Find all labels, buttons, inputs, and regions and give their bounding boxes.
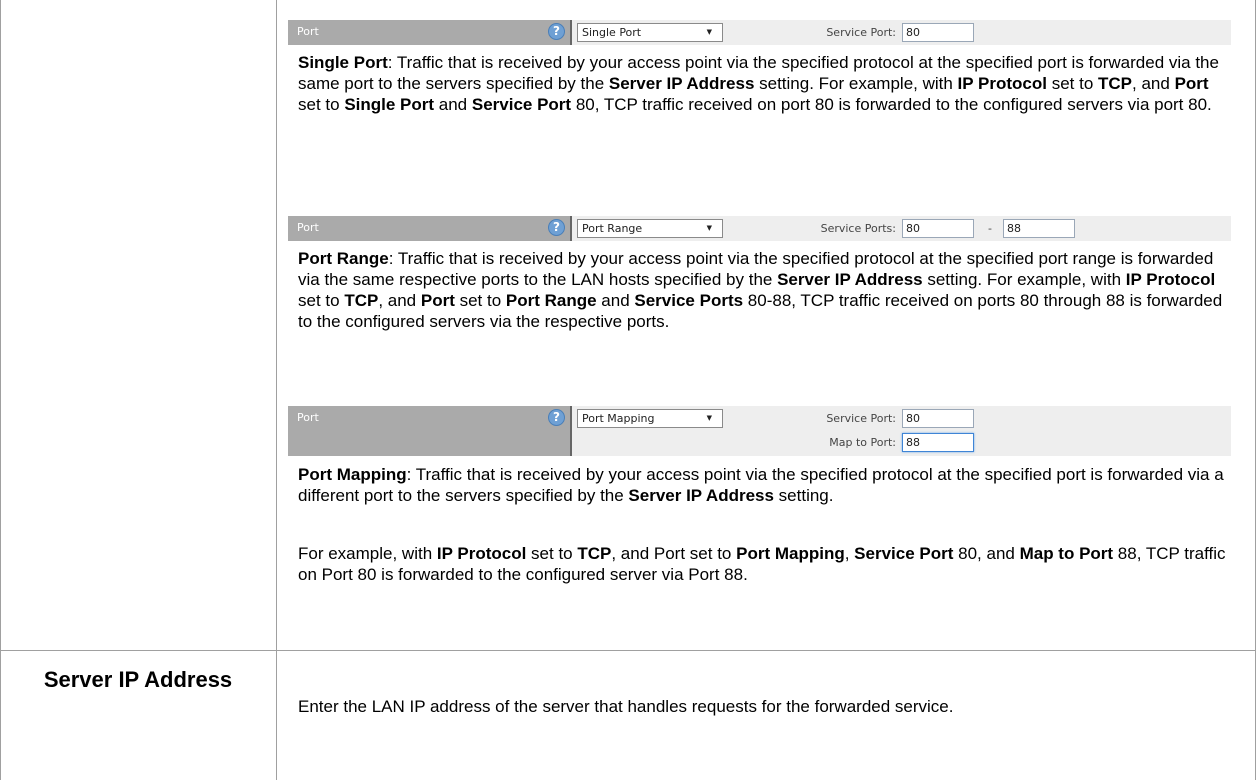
port-widget-range: Port ? Port Range ▼ Service Ports: 80 - … bbox=[288, 216, 1231, 241]
server-ip-address-description: Enter the LAN IP address of the server t… bbox=[298, 697, 954, 716]
port-type-value: Single Port bbox=[582, 26, 642, 39]
service-port-input[interactable]: 80 bbox=[902, 23, 974, 42]
port-range-description: Port Range: Traffic that is received by … bbox=[298, 249, 1223, 331]
help-icon[interactable]: ? bbox=[548, 219, 565, 236]
service-port-label: Service Port: bbox=[826, 412, 896, 425]
port-type-select[interactable]: Single Port ▼ bbox=[577, 23, 723, 42]
port-type-value: Port Range bbox=[582, 222, 643, 235]
port-label: Port bbox=[297, 25, 319, 38]
service-ports-label: Service Ports: bbox=[820, 222, 896, 235]
port-label-cell: Port ? bbox=[288, 406, 572, 456]
port-mapping-description: Port Mapping: Traffic that is received b… bbox=[298, 465, 1224, 505]
dropdown-arrow-icon: ▼ bbox=[706, 224, 712, 232]
service-port-label: Service Port: bbox=[826, 26, 896, 39]
single-port-description: Single Port: Traffic that is received by… bbox=[298, 53, 1219, 114]
port-label: Port bbox=[297, 411, 319, 424]
service-port-to-input[interactable]: 88 bbox=[1003, 219, 1075, 238]
port-widget-mapping: Port ? Port Mapping ▼ Service Port: 80 M… bbox=[288, 406, 1231, 456]
service-port-from-input[interactable]: 80 bbox=[902, 219, 974, 238]
port-label-cell: Port ? bbox=[288, 20, 572, 45]
port-widget-single: Port ? Single Port ▼ Service Port: 80 bbox=[288, 20, 1231, 45]
dropdown-arrow-icon: ▼ bbox=[706, 28, 712, 36]
row-divider bbox=[0, 650, 1256, 651]
server-ip-address-heading: Server IP Address bbox=[43, 667, 233, 692]
port-type-value: Port Mapping bbox=[582, 412, 655, 425]
help-icon[interactable]: ? bbox=[548, 23, 565, 40]
help-icon[interactable]: ? bbox=[548, 409, 565, 426]
range-separator: - bbox=[988, 222, 992, 235]
port-mapping-example: For example, with IP Protocol set to TCP… bbox=[298, 544, 1226, 584]
port-label-cell: Port ? bbox=[288, 216, 572, 241]
port-label: Port bbox=[297, 221, 319, 234]
port-type-select[interactable]: Port Mapping ▼ bbox=[577, 409, 723, 428]
map-to-port-label: Map to Port: bbox=[829, 436, 896, 449]
table-border-left bbox=[0, 0, 1, 780]
port-type-select[interactable]: Port Range ▼ bbox=[577, 219, 723, 238]
dropdown-arrow-icon: ▼ bbox=[706, 414, 712, 422]
column-divider bbox=[276, 0, 277, 780]
map-to-port-input[interactable]: 88 bbox=[902, 433, 974, 452]
service-port-input[interactable]: 80 bbox=[902, 409, 974, 428]
